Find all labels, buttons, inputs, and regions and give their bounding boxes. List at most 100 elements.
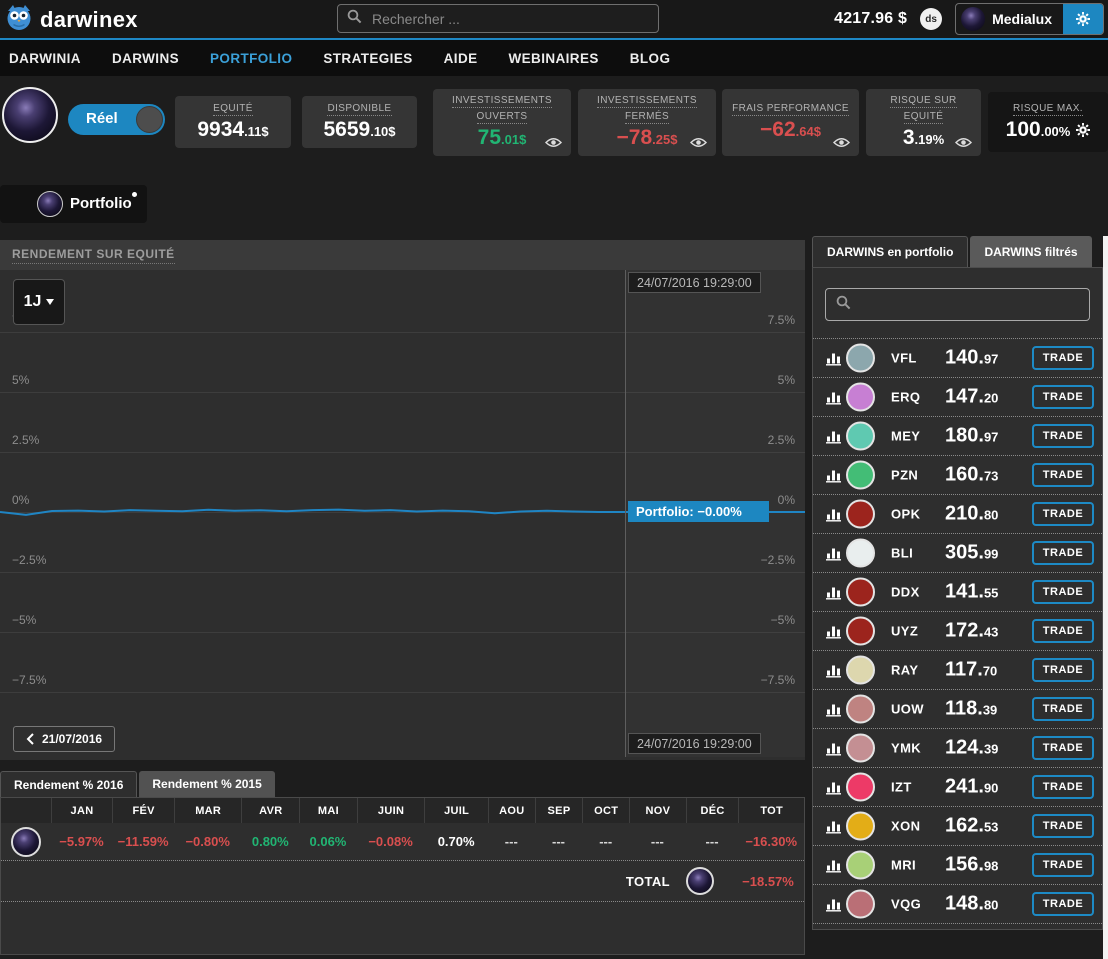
nav-blog[interactable]: BLOG [630,51,671,66]
trade-button[interactable]: TRADE [1032,580,1094,604]
stat-value: 3.19% [903,125,944,151]
scrollbar[interactable] [1103,236,1108,959]
darwin-quote: 124.39 [945,737,998,760]
portfolio-tab[interactable]: Portfolio [0,185,147,223]
eye-icon[interactable] [833,137,850,148]
darwin-color-circle [846,851,875,880]
tab-rendement-2016[interactable]: Rendement % 2016 [0,771,137,797]
trade-button[interactable]: TRADE [1032,619,1094,643]
bar-chart-icon[interactable] [826,624,843,639]
nav-strategies[interactable]: STRATEGIES [323,51,412,66]
darwin-ticker: UOW [891,702,924,717]
darwin-ticker: IZT [891,780,912,795]
darwins-search-input[interactable] [859,296,1079,313]
header-cell-déc: DÉC [686,798,739,823]
bar-chart-icon[interactable] [826,663,843,678]
darwin-row-vqg[interactable]: VQG148.80TRADE [813,885,1102,924]
trade-button[interactable]: TRADE [1032,658,1094,682]
bar-chart-icon[interactable] [826,858,843,873]
darwins-search[interactable] [825,288,1090,321]
bar-chart-icon[interactable] [826,741,843,756]
logo[interactable]: darwinex [5,4,138,36]
darwin-row-bli[interactable]: BLI305.99TRADE [813,534,1102,573]
tab-rendement-2015[interactable]: Rendement % 2015 [139,771,274,797]
user-avatar [961,7,985,31]
darwin-ticker: BLI [891,546,913,561]
return-cell-avr: 0.80% [241,834,299,849]
user-chip[interactable]: Medialux [955,3,1104,35]
darwin-row-ray[interactable]: RAY117.70TRADE [813,651,1102,690]
trade-button[interactable]: TRADE [1032,697,1094,721]
return-cell-fév: −11.59% [112,834,174,849]
nav-aide[interactable]: AIDE [444,51,478,66]
range-selector-button[interactable]: 1J [13,279,65,325]
previous-date-button[interactable]: 21/07/2016 [13,726,115,752]
darwin-row-ymk[interactable]: YMK124.39TRADE [813,729,1102,768]
darwin-color-circle [846,461,875,490]
eye-icon[interactable] [545,137,562,148]
bar-chart-icon[interactable] [826,702,843,717]
trade-button[interactable]: TRADE [1032,385,1094,409]
nav-webinaires[interactable]: WEBINAIRES [509,51,599,66]
darwin-quote: 148.80 [945,893,998,916]
toggle-knob[interactable] [136,106,163,133]
trade-button[interactable]: TRADE [1032,775,1094,799]
return-cell-tot: −16.30% [738,834,804,849]
trade-button[interactable]: TRADE [1032,892,1094,916]
y-tick-left: −5% [12,613,36,627]
real-demo-toggle[interactable]: Réel [68,104,165,135]
bar-chart-icon[interactable] [826,780,843,795]
darwin-row-vfl[interactable]: VFL140.97TRADE [813,339,1102,378]
search-input[interactable] [370,10,649,28]
bar-chart-icon[interactable] [826,507,843,522]
trade-button[interactable]: TRADE [1032,853,1094,877]
stat-card-risque-max-: RISQUE MAX.100.00% [988,92,1108,152]
y-tick-right: 2.5% [768,433,795,447]
darwin-color-circle [846,500,875,529]
darwin-ticker: MRI [891,858,916,873]
darwin-row-mri[interactable]: MRI156.98TRADE [813,846,1102,885]
tab-darwins-en-portfolio[interactable]: DARWINS en portfolio [812,236,968,267]
header-cell-oct: OCT [582,798,629,823]
return-cell-aou: --- [488,834,535,849]
eye-icon[interactable] [955,137,972,148]
darwin-row-erq[interactable]: ERQ147.20TRADE [813,378,1102,417]
trade-button[interactable]: TRADE [1032,502,1094,526]
darwin-row-pzn[interactable]: PZN160.73TRADE [813,456,1102,495]
trade-button[interactable]: TRADE [1032,463,1094,487]
bar-chart-icon[interactable] [826,546,843,561]
header-search[interactable] [337,4,659,33]
bar-chart-icon[interactable] [826,429,843,444]
darwin-row-mey[interactable]: MEY180.97TRADE [813,417,1102,456]
trade-button[interactable]: TRADE [1032,736,1094,760]
ds-badge[interactable]: ds [920,8,942,30]
bar-chart-icon[interactable] [826,897,843,912]
tab-darwins-filtr-s[interactable]: DARWINS filtrés [970,236,1091,267]
risk-settings-gear-icon[interactable] [1076,123,1090,137]
darwin-row-izt[interactable]: IZT 241.90 TRADE [813,768,1102,807]
nav-darwins[interactable]: DARWINS [112,51,179,66]
darwin-quote: 241.90 [945,776,998,799]
darwin-row-opk[interactable]: OPK210.80TRADE [813,495,1102,534]
darwin-row-uyz[interactable]: UYZ172.43TRADE [813,612,1102,651]
equity-return-chart[interactable]: 24/07/2016 19:29:00 24/07/2016 19:29:00 … [0,270,805,760]
trade-button[interactable]: TRADE [1032,814,1094,838]
bar-chart-icon[interactable] [826,351,843,366]
bar-chart-icon[interactable] [826,390,843,405]
nav-darwinia[interactable]: DARWINIA [9,51,81,66]
darwin-row-ddx[interactable]: DDX141.55TRADE [813,573,1102,612]
darwin-row-uow[interactable]: UOW118.39TRADE [813,690,1102,729]
bar-chart-icon[interactable] [826,585,843,600]
trade-button[interactable]: TRADE [1032,541,1094,565]
trade-button[interactable]: TRADE [1032,346,1094,370]
trade-button[interactable]: TRADE [1032,424,1094,448]
bar-chart-icon[interactable] [826,468,843,483]
portfolio-value-label: Portfolio: −0.00% [628,501,769,522]
top-header: darwinex 4217.96 $ ds Medialux [0,0,1108,38]
eye-icon[interactable] [690,137,707,148]
search-icon [347,9,362,29]
bar-chart-icon[interactable] [826,819,843,834]
nav-portfolio[interactable]: PORTFOLIO [210,51,292,66]
settings-gear-button[interactable] [1063,4,1103,34]
darwin-row-xon[interactable]: XON162.53TRADE [813,807,1102,846]
